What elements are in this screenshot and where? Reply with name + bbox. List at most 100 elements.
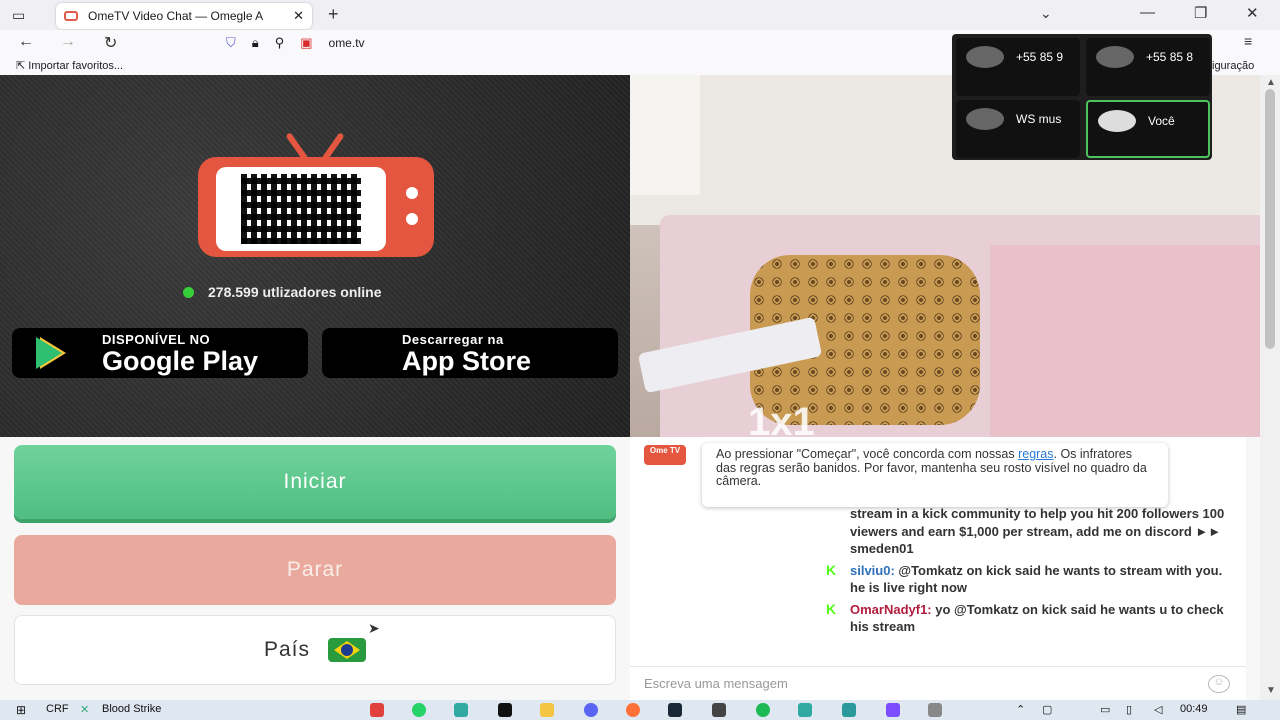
- tab-bar: ▭ OmeTV Video Chat — Omegle A ✕ + ⌄ — ❐ …: [0, 0, 1280, 30]
- tab-overflow-chevron-icon[interactable]: ⌄: [1040, 5, 1052, 22]
- ghost-app-icon[interactable]: [886, 703, 900, 717]
- volume-mixer-icon[interactable]: [928, 703, 942, 717]
- file-explorer-icon[interactable]: [540, 703, 554, 717]
- chat-message-text: @Tomkatz on kick said he wants to stream…: [850, 562, 1223, 596]
- participant-name: WS mus: [1016, 112, 1062, 126]
- kick-icon: K: [826, 561, 837, 578]
- window-close-icon[interactable]: ✕: [1246, 4, 1259, 22]
- permissions-icon[interactable]: ⚲: [275, 35, 285, 51]
- camera-permission-icon[interactable]: ▣: [300, 35, 312, 51]
- chat-username[interactable]: OmarNadyf1:: [850, 602, 932, 617]
- windows-taskbar: ⊞ CRF ✕ Blood Strike ⌃ ▢ ▭ ▯ ◁ 00:49 ▤: [0, 700, 1280, 720]
- windows-start-icon[interactable]: ⊞: [16, 703, 26, 717]
- network-icon[interactable]: ▭: [1100, 703, 1110, 716]
- url-text: ome.tv: [328, 36, 365, 50]
- app-store-big-text: App Store: [402, 345, 532, 376]
- tracking-shield-icon[interactable]: ⛉: [226, 35, 236, 51]
- import-bookmarks-link[interactable]: ⇱ Importar favoritos...: [16, 59, 123, 72]
- ometv-page: 278.599 utlizadores online DISPONÍVEL NO…: [0, 75, 1260, 700]
- country-select[interactable]: País: [14, 615, 616, 685]
- page-scrollbar[interactable]: ▲ ▼: [1260, 75, 1280, 700]
- tab-list-icon[interactable]: ▭: [12, 7, 32, 23]
- video-watermark: 1x1: [748, 400, 815, 437]
- chat-input-placeholder: Escreva uma mensagem: [644, 676, 788, 691]
- rules-link[interactable]: regras: [1018, 447, 1053, 461]
- active-tab[interactable]: OmeTV Video Chat — Omegle A ✕: [56, 3, 312, 29]
- restore-icon[interactable]: ❐: [1194, 4, 1207, 22]
- whatsapp-icon[interactable]: [412, 703, 426, 717]
- participant-tile-self[interactable]: Você: [1086, 100, 1210, 158]
- participant-tile[interactable]: +55 85 8: [1086, 38, 1210, 96]
- firefox-icon[interactable]: [626, 703, 640, 717]
- app-store-small-text: Descarregar na: [402, 331, 504, 347]
- forward-icon[interactable]: →: [60, 33, 76, 51]
- capcut-icon[interactable]: [454, 703, 468, 717]
- ometv-favicon-icon: [64, 11, 78, 21]
- minimize-icon[interactable]: —: [1140, 4, 1155, 21]
- google-play-badge[interactable]: DISPONÍVEL NO Google Play: [12, 328, 308, 378]
- ometv-logo: Ome TV: [644, 445, 686, 465]
- google-play-icon: [36, 337, 62, 369]
- app-icon[interactable]: [842, 703, 856, 717]
- brave-icon[interactable]: [370, 703, 384, 717]
- menu-icon[interactable]: ≡: [1244, 33, 1252, 49]
- discord-icon[interactable]: [584, 703, 598, 717]
- online-users-count: 278.599 utlizadores online: [183, 284, 382, 300]
- clock[interactable]: 00:49: [1180, 703, 1208, 715]
- url-bar[interactable]: ⛉ 🔒︎ ⚲ ▣ ome.tv: [226, 30, 946, 56]
- scrollbar-thumb[interactable]: [1265, 89, 1275, 349]
- participant-name: Você: [1148, 114, 1175, 128]
- spotify-icon[interactable]: [756, 703, 770, 717]
- tiktok-icon[interactable]: [498, 703, 512, 717]
- new-tab-button[interactable]: +: [328, 4, 339, 25]
- hero-panel: 278.599 utlizadores online DISPONÍVEL NO…: [0, 75, 630, 437]
- participant-name: +55 85 8: [1146, 50, 1194, 64]
- chat-message: K silviu0: @Tomkatz on kick said he want…: [826, 562, 1236, 597]
- capcut-icon-2[interactable]: [798, 703, 812, 717]
- app-store-badge[interactable]: Descarregar na App Store: [322, 328, 618, 378]
- taskbar-crf-label[interactable]: CRF: [46, 703, 69, 715]
- steam-icon[interactable]: [668, 703, 682, 717]
- tab-title: OmeTV Video Chat — Omegle A: [88, 9, 264, 23]
- chat-username[interactable]: silviu0:: [850, 563, 895, 578]
- chat-input[interactable]: Escreva uma mensagem ☺: [630, 666, 1246, 700]
- video-curtain: [630, 75, 700, 195]
- avatar: [966, 108, 1004, 130]
- scroll-down-icon[interactable]: ▼: [1266, 685, 1276, 696]
- blood-strike-icon[interactable]: ✕: [80, 703, 89, 716]
- notice-text-pre: Ao pressionar "Começar", você concorda c…: [716, 447, 1019, 461]
- controls-panel: Iniciar Parar País ➤: [0, 437, 630, 700]
- stop-button[interactable]: Parar: [14, 535, 616, 605]
- avatar: [1098, 110, 1136, 132]
- battery-icon[interactable]: ▯: [1126, 703, 1132, 716]
- speaker-icon[interactable]: ◁: [1154, 703, 1162, 716]
- tv-knob: [406, 187, 418, 199]
- game-icon[interactable]: [712, 703, 726, 717]
- lock-icon[interactable]: 🔒︎: [252, 35, 259, 51]
- participant-name: +55 85 9: [1016, 50, 1064, 64]
- tray-camera-icon[interactable]: ▢: [1042, 703, 1052, 716]
- scroll-up-icon[interactable]: ▲: [1266, 77, 1276, 88]
- reload-icon[interactable]: ↻: [104, 33, 117, 53]
- tv-knob: [406, 213, 418, 225]
- emoji-icon[interactable]: ☺: [1208, 675, 1230, 693]
- online-users-text: 278.599 utlizadores online: [208, 284, 382, 300]
- kick-icon: K: [826, 600, 837, 617]
- chat-panel: Ome TV Ao pressionar "Começar", você con…: [630, 437, 1246, 700]
- mouse-cursor-icon: ➤: [368, 620, 380, 636]
- tray-chevron-icon[interactable]: ⌃: [1016, 703, 1025, 716]
- notifications-icon[interactable]: ▤: [1236, 703, 1246, 716]
- taskbar-game-label[interactable]: Blood Strike: [102, 703, 161, 715]
- tab-close-icon[interactable]: ✕: [293, 8, 304, 24]
- bookmark-settings-label[interactable]: iguração: [1212, 60, 1254, 72]
- chat-message: K OmarNadyf1: yo @Tomkatz on kick said h…: [826, 601, 1236, 636]
- google-play-small-text: DISPONÍVEL NO: [102, 331, 211, 347]
- brazil-flag-icon: [328, 638, 367, 662]
- back-icon[interactable]: ←: [18, 33, 34, 51]
- participant-tile[interactable]: +55 85 9: [956, 38, 1080, 96]
- country-label: País: [263, 638, 311, 661]
- google-play-big-text: Google Play: [102, 345, 259, 376]
- start-button[interactable]: Iniciar: [14, 445, 616, 519]
- chat-message-text: stream in a kick community to help you h…: [850, 506, 1225, 556]
- participant-tile[interactable]: WS mus: [956, 100, 1080, 158]
